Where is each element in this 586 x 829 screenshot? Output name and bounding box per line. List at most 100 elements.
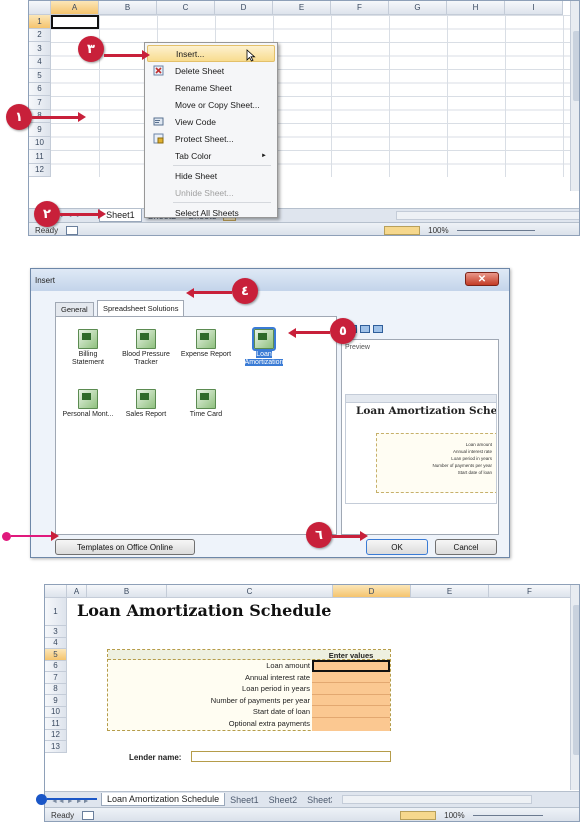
macro-record-icon[interactable] xyxy=(66,225,79,235)
select-all-corner[interactable] xyxy=(29,1,51,15)
row-header[interactable]: 8 xyxy=(45,683,67,695)
view-buttons[interactable] xyxy=(384,225,421,235)
row-header[interactable]: 4 xyxy=(45,637,67,649)
step-badge-2: ٢ xyxy=(34,201,60,227)
details-view-icon[interactable] xyxy=(373,325,383,333)
column-header[interactable]: G xyxy=(389,1,447,15)
preview-title: Loan Amortization Sched xyxy=(356,405,497,417)
row-header[interactable]: 13 xyxy=(45,741,67,753)
macro-record-icon[interactable] xyxy=(82,811,95,820)
list-view-icon[interactable] xyxy=(360,325,370,333)
sheet-tab-sheet3[interactable]: Sheet3 xyxy=(302,794,332,806)
column-header[interactable]: E xyxy=(411,585,489,598)
column-headers: A B C D E F G H I xyxy=(51,1,579,15)
template-blood-pressure-tracker[interactable]: Blood Pressure Tracker xyxy=(120,329,172,367)
column-header[interactable]: I xyxy=(505,1,563,15)
step-arrow-4 xyxy=(192,291,232,294)
templates-online-button[interactable]: Templates on Office Online xyxy=(55,539,195,555)
row-header[interactable]: 12 xyxy=(45,729,67,741)
row-header[interactable]: 4 xyxy=(29,55,51,69)
tab-spreadsheet-solutions[interactable]: Spreadsheet Solutions xyxy=(97,300,185,316)
select-all-corner[interactable] xyxy=(45,585,67,598)
ok-button[interactable]: OK xyxy=(366,539,428,555)
menu-item-rename-sheet[interactable]: Rename Sheet xyxy=(147,79,275,96)
menu-item-delete-sheet[interactable]: Delete Sheet xyxy=(147,62,275,79)
column-header[interactable]: B xyxy=(99,1,157,15)
column-header[interactable]: A xyxy=(67,585,87,598)
row-header[interactable]: 5 xyxy=(29,69,51,83)
menu-item-hide-sheet[interactable]: Hide Sheet xyxy=(147,167,275,184)
sheet-title[interactable]: Loan Amortization Schedule xyxy=(77,601,331,620)
tab-general[interactable]: General xyxy=(55,302,94,316)
row-header[interactable]: 3 xyxy=(45,626,67,638)
zoom-slider[interactable] xyxy=(472,815,543,816)
template-label: Blood Pressure Tracker xyxy=(122,351,170,366)
horizontal-scrollbar[interactable] xyxy=(396,211,579,220)
view-buttons[interactable] xyxy=(400,811,437,820)
template-expense-report[interactable]: Expense Report xyxy=(180,329,232,359)
template-personal-monthly[interactable]: Personal Mont... xyxy=(62,389,114,419)
template-sales-report[interactable]: Sales Report xyxy=(120,389,172,419)
column-header[interactable]: D xyxy=(215,1,273,15)
cancel-button[interactable]: Cancel xyxy=(435,539,497,555)
row-header[interactable]: 11 xyxy=(45,718,67,730)
close-button[interactable]: ✕ xyxy=(465,272,499,286)
row-header[interactable]: 2 xyxy=(29,28,51,42)
zoom-level[interactable]: 100% xyxy=(428,226,448,235)
column-header[interactable]: F xyxy=(489,585,571,598)
insert-dialog: Insert ✕ General Spreadsheet Solutions B… xyxy=(30,268,510,558)
sheet-tab-sheet1[interactable]: Sheet1 xyxy=(225,794,264,806)
menu-item-tab-color[interactable]: Tab Color ► xyxy=(147,147,275,164)
sheet-tab-loan-amortization[interactable]: Loan Amortization Schedule xyxy=(101,793,226,806)
zoom-slider[interactable] xyxy=(456,229,535,231)
excel-window-1: A B C D E F G H I 1 2 3 4 5 6 7 8 9 10 1… xyxy=(28,0,580,236)
column-header[interactable]: C xyxy=(157,1,215,15)
column-header[interactable]: A xyxy=(51,1,99,15)
row-header[interactable]: 10 xyxy=(29,136,51,150)
column-header[interactable]: E xyxy=(273,1,331,15)
template-billing-statement[interactable]: Billing Statement xyxy=(62,329,114,367)
menu-item-protect-sheet[interactable]: Protect Sheet... xyxy=(147,130,275,147)
menu-item-label: Move or Copy Sheet... xyxy=(175,99,260,110)
row-header[interactable]: 5 xyxy=(45,649,67,661)
cell-grid[interactable] xyxy=(51,15,571,177)
row-header[interactable]: 6 xyxy=(45,660,67,672)
template-loan-amortization[interactable]: Loan Amortization xyxy=(238,327,290,367)
sheet-tab-sheet2[interactable]: Sheet2 xyxy=(264,794,303,806)
template-list[interactable]: Billing Statement Blood Pressure Tracker… xyxy=(55,316,337,535)
template-time-card[interactable]: Time Card xyxy=(180,389,232,419)
menu-item-select-all-sheets[interactable]: Select All Sheets xyxy=(147,204,275,221)
row-header[interactable]: 9 xyxy=(45,695,67,707)
row-header[interactable]: 9 xyxy=(29,123,51,137)
row-header[interactable]: 7 xyxy=(45,672,67,684)
column-header[interactable]: C xyxy=(167,585,333,598)
status-bar: Ready 100% xyxy=(45,807,579,821)
vertical-scrollbar[interactable] xyxy=(570,1,579,191)
zoom-level[interactable]: 100% xyxy=(444,811,464,820)
row-header[interactable]: 10 xyxy=(45,706,67,718)
row-header[interactable]: 12 xyxy=(29,163,51,177)
template-label: Expense Report xyxy=(180,351,232,358)
column-header[interactable]: H xyxy=(447,1,505,15)
row-header[interactable]: 6 xyxy=(29,82,51,96)
row-header[interactable]: 1 xyxy=(29,15,51,29)
input-cells[interactable] xyxy=(312,660,390,731)
menu-item-view-code[interactable]: View Code xyxy=(147,113,275,130)
preview-line: Number of payments per year xyxy=(432,463,492,468)
row-header[interactable]: 7 xyxy=(29,96,51,110)
row-header[interactable]: 3 xyxy=(29,42,51,56)
preview-thumbnail: Loan Amortization Sched Loan amount Annu… xyxy=(345,394,497,504)
column-header[interactable]: B xyxy=(87,585,167,598)
column-header[interactable]: F xyxy=(331,1,389,15)
lender-name-input[interactable] xyxy=(191,751,391,762)
row-header[interactable]: 1 xyxy=(45,598,67,626)
menu-item-insert[interactable]: Insert... xyxy=(147,45,275,62)
field-label: Annual interest rate xyxy=(244,672,310,682)
menu-item-move-copy-sheet[interactable]: Move or Copy Sheet... xyxy=(147,96,275,113)
vertical-scrollbar[interactable] xyxy=(570,585,579,790)
row-header[interactable]: 11 xyxy=(29,150,51,164)
active-cell[interactable] xyxy=(51,15,99,29)
input-table: Enter values Loan amount Annual interest… xyxy=(107,649,391,731)
horizontal-scrollbar[interactable] xyxy=(342,795,533,804)
column-header[interactable]: D xyxy=(333,585,411,598)
